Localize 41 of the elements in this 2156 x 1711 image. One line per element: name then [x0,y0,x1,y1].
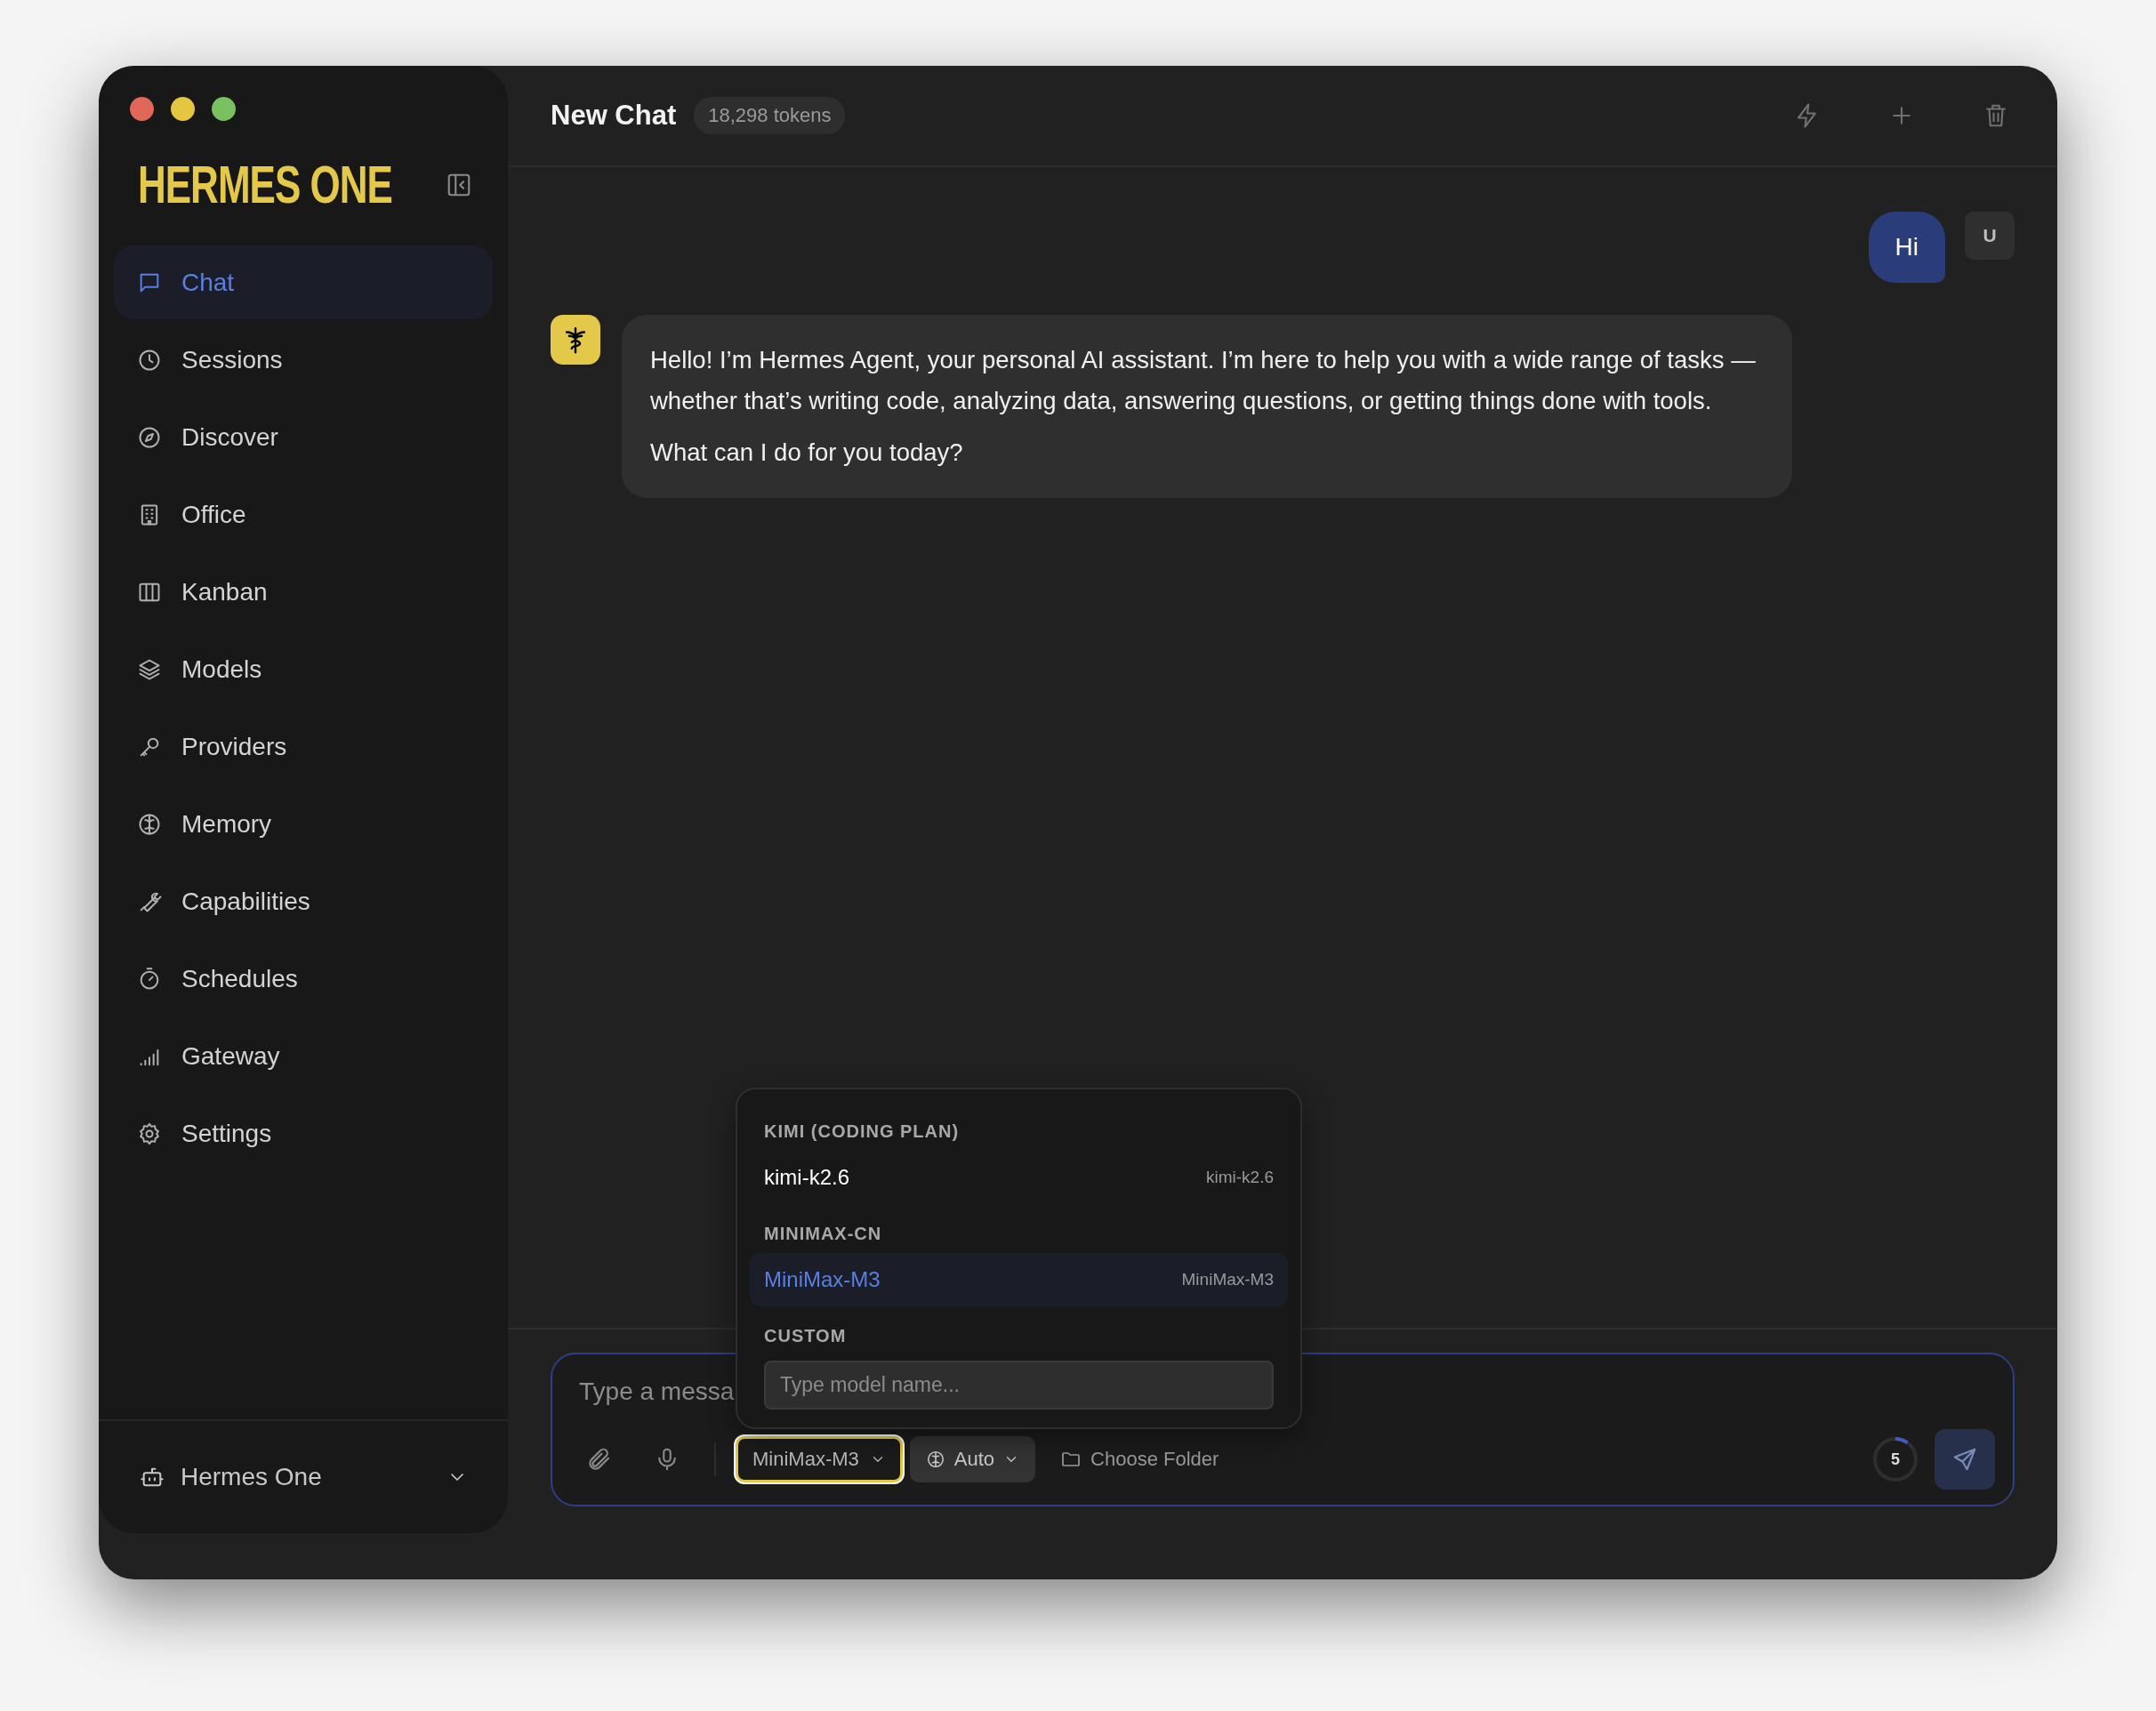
context-usage-ring [1872,1436,1919,1482]
group-heading: CUSTOM [763,1325,848,1347]
group-heading: KIMI (CODING PLAN) [763,1121,961,1143]
panel-collapse-icon [446,172,472,198]
model-option[interactable]: kimi-k2.6 kimi-k2.6 [750,1151,1288,1204]
zoom-button[interactable] [212,97,236,121]
app-logo: HERMES ONE [138,158,392,212]
user-avatar: U [1965,212,2015,260]
nav-item[interactable]: Providers [114,710,493,783]
group-heading: MINIMAX-CN [763,1223,883,1245]
send-icon [1951,1446,1978,1473]
minimize-button[interactable] [171,97,195,121]
settings-icon [137,1121,162,1146]
model-option[interactable]: MiniMax-M3 MiniMax-M3 [750,1253,1288,1306]
chat-title: New Chat [551,100,677,132]
sidebar-toggle-button[interactable] [446,172,472,198]
choose-folder-button[interactable]: Choose Folder [1053,1441,1227,1478]
assistant-message-text: What can I do for you today? [650,438,964,468]
nav-item[interactable]: Office [114,478,493,551]
context-count: 5 [1891,1451,1900,1467]
model-selector[interactable]: MiniMax-M3 [736,1436,903,1482]
brain-icon [925,1450,945,1469]
model-name-field[interactable]: Type model name... [764,1361,1274,1410]
assistant-message-text: Hello! I’m Hermes Agent, your personal AI assistant. I’m here to help you with a wide range of tasks —whether that’s writing code, analyzing data, answering questions, or getting things done with tools. [650,345,1757,416]
nav-item[interactable]: Schedules [114,942,493,1016]
nav-item[interactable]: Chat [114,245,493,319]
profile-switcher[interactable]: Hermes One [99,1463,508,1491]
close-button[interactable] [130,97,154,121]
mode-selector[interactable]: Auto [909,1436,1036,1482]
nav-item[interactable]: Kanban [114,555,493,629]
nav-item[interactable]: Settings [114,1096,493,1170]
nav-item[interactable]: Discover [114,400,493,474]
nav-item[interactable]: Capabilities [114,864,493,938]
send-button[interactable] [1935,1429,1995,1490]
nav-item[interactable]: Memory [114,787,493,861]
nav-item[interactable]: Gateway [114,1019,493,1093]
message-input[interactable]: Type a messa [579,1374,757,1410]
nav-item[interactable]: Sessions [114,323,493,397]
nav-item[interactable]: Models [114,632,493,706]
user-message: Hi [1868,212,1945,283]
token-count-badge: 18,298 tokens [694,97,846,134]
